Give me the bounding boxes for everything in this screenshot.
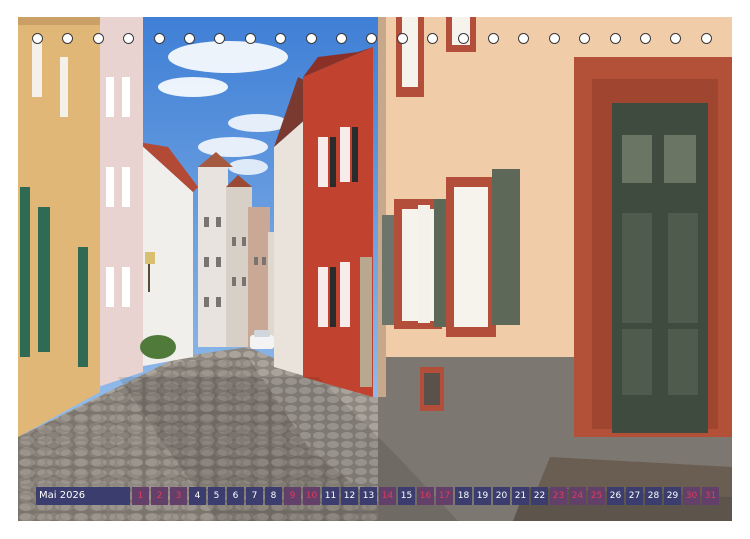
calendar-day: 11 (322, 487, 339, 505)
calendar-day: 28 (645, 487, 662, 505)
binding-hole (153, 33, 165, 44)
calendar-day: 16 (417, 487, 434, 505)
calendar-day: 22 (531, 487, 548, 505)
binding-hole (700, 33, 712, 44)
binding-hole (396, 33, 408, 44)
binding-hole (32, 33, 43, 44)
calendar-day: 9 (284, 487, 301, 505)
binding-hole (184, 33, 195, 44)
calendar-day: 29 (664, 487, 681, 505)
calendar-day: 30 (683, 487, 700, 505)
calendar-day: 6 (227, 487, 244, 505)
calendar-day: 14 (379, 487, 396, 505)
calendar-strip: Mai 2026 1 2 3 4 5 6 7 8 9 10 11 12 13 14 15 16 17 18 19 20… (36, 487, 721, 505)
calendar-day: 1 (132, 487, 149, 505)
binding-hole (305, 33, 317, 44)
calendar-day: 21 (512, 487, 529, 505)
calendar-day: 5 (208, 487, 225, 505)
binding-hole (457, 33, 469, 44)
binding-hole (488, 33, 499, 44)
calendar-day: 7 (246, 487, 263, 505)
calendar-day: 25 (588, 487, 605, 505)
calendar-day: 27 (626, 487, 643, 505)
binding-hole (640, 33, 651, 44)
calendar-day: 15 (398, 487, 415, 505)
binding-hole (609, 33, 621, 44)
binding-holes (0, 0, 750, 44)
calendar-day: 10 (303, 487, 320, 505)
calendar-day: 8 (265, 487, 282, 505)
binding-hole (92, 33, 104, 44)
calendar-day: 23 (550, 487, 567, 505)
calendar-day: 24 (569, 487, 586, 505)
calendar-day: 20 (493, 487, 510, 505)
calendar-photo (18, 17, 732, 521)
calendar-day: 19 (474, 487, 491, 505)
calendar-day: 13 (360, 487, 377, 505)
calendar-day: 17 (436, 487, 453, 505)
calendar-day: 26 (607, 487, 624, 505)
binding-hole (244, 33, 256, 44)
calendar-day: 31 (702, 487, 719, 505)
binding-hole (336, 33, 347, 44)
calendar-day: 4 (189, 487, 206, 505)
binding-hole (548, 33, 560, 44)
calendar-month-label: Mai 2026 (36, 487, 130, 505)
calendar-day: 2 (151, 487, 168, 505)
calendar-day: 18 (455, 487, 472, 505)
calendar-day: 3 (170, 487, 187, 505)
calendar-day: 12 (341, 487, 358, 505)
